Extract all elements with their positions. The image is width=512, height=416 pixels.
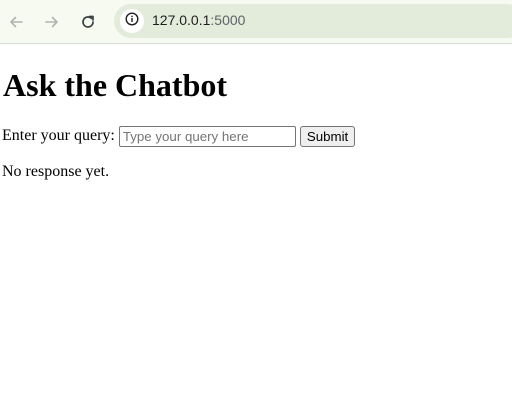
address-bar[interactable]: 127.0.0.1:5000 [114, 4, 512, 38]
query-input[interactable] [118, 125, 296, 147]
arrow-right-icon [44, 14, 60, 30]
query-label: Enter your query: [2, 127, 115, 144]
arrow-left-icon [8, 14, 24, 30]
url-text[interactable]: 127.0.0.1:5000 [152, 12, 245, 28]
info-icon [125, 11, 139, 31]
page-title: Ask the Chatbot [3, 67, 228, 103]
back-button[interactable] [4, 10, 28, 34]
forward-button[interactable] [40, 10, 64, 34]
page-content: Ask the Chatbot Enter your query: Submit… [0, 45, 512, 416]
reload-button[interactable] [76, 10, 100, 34]
url-host: 127.0.0.1 [152, 12, 211, 28]
reload-icon [80, 14, 96, 30]
url-port: :5000 [210, 12, 246, 28]
response-text: No response yet. [2, 163, 110, 180]
site-info-button[interactable] [120, 9, 144, 33]
query-form: Enter your query: Submit [2, 125, 356, 147]
submit-button[interactable]: Submit [299, 125, 356, 147]
browser-toolbar: 127.0.0.1:5000 [0, 0, 512, 44]
